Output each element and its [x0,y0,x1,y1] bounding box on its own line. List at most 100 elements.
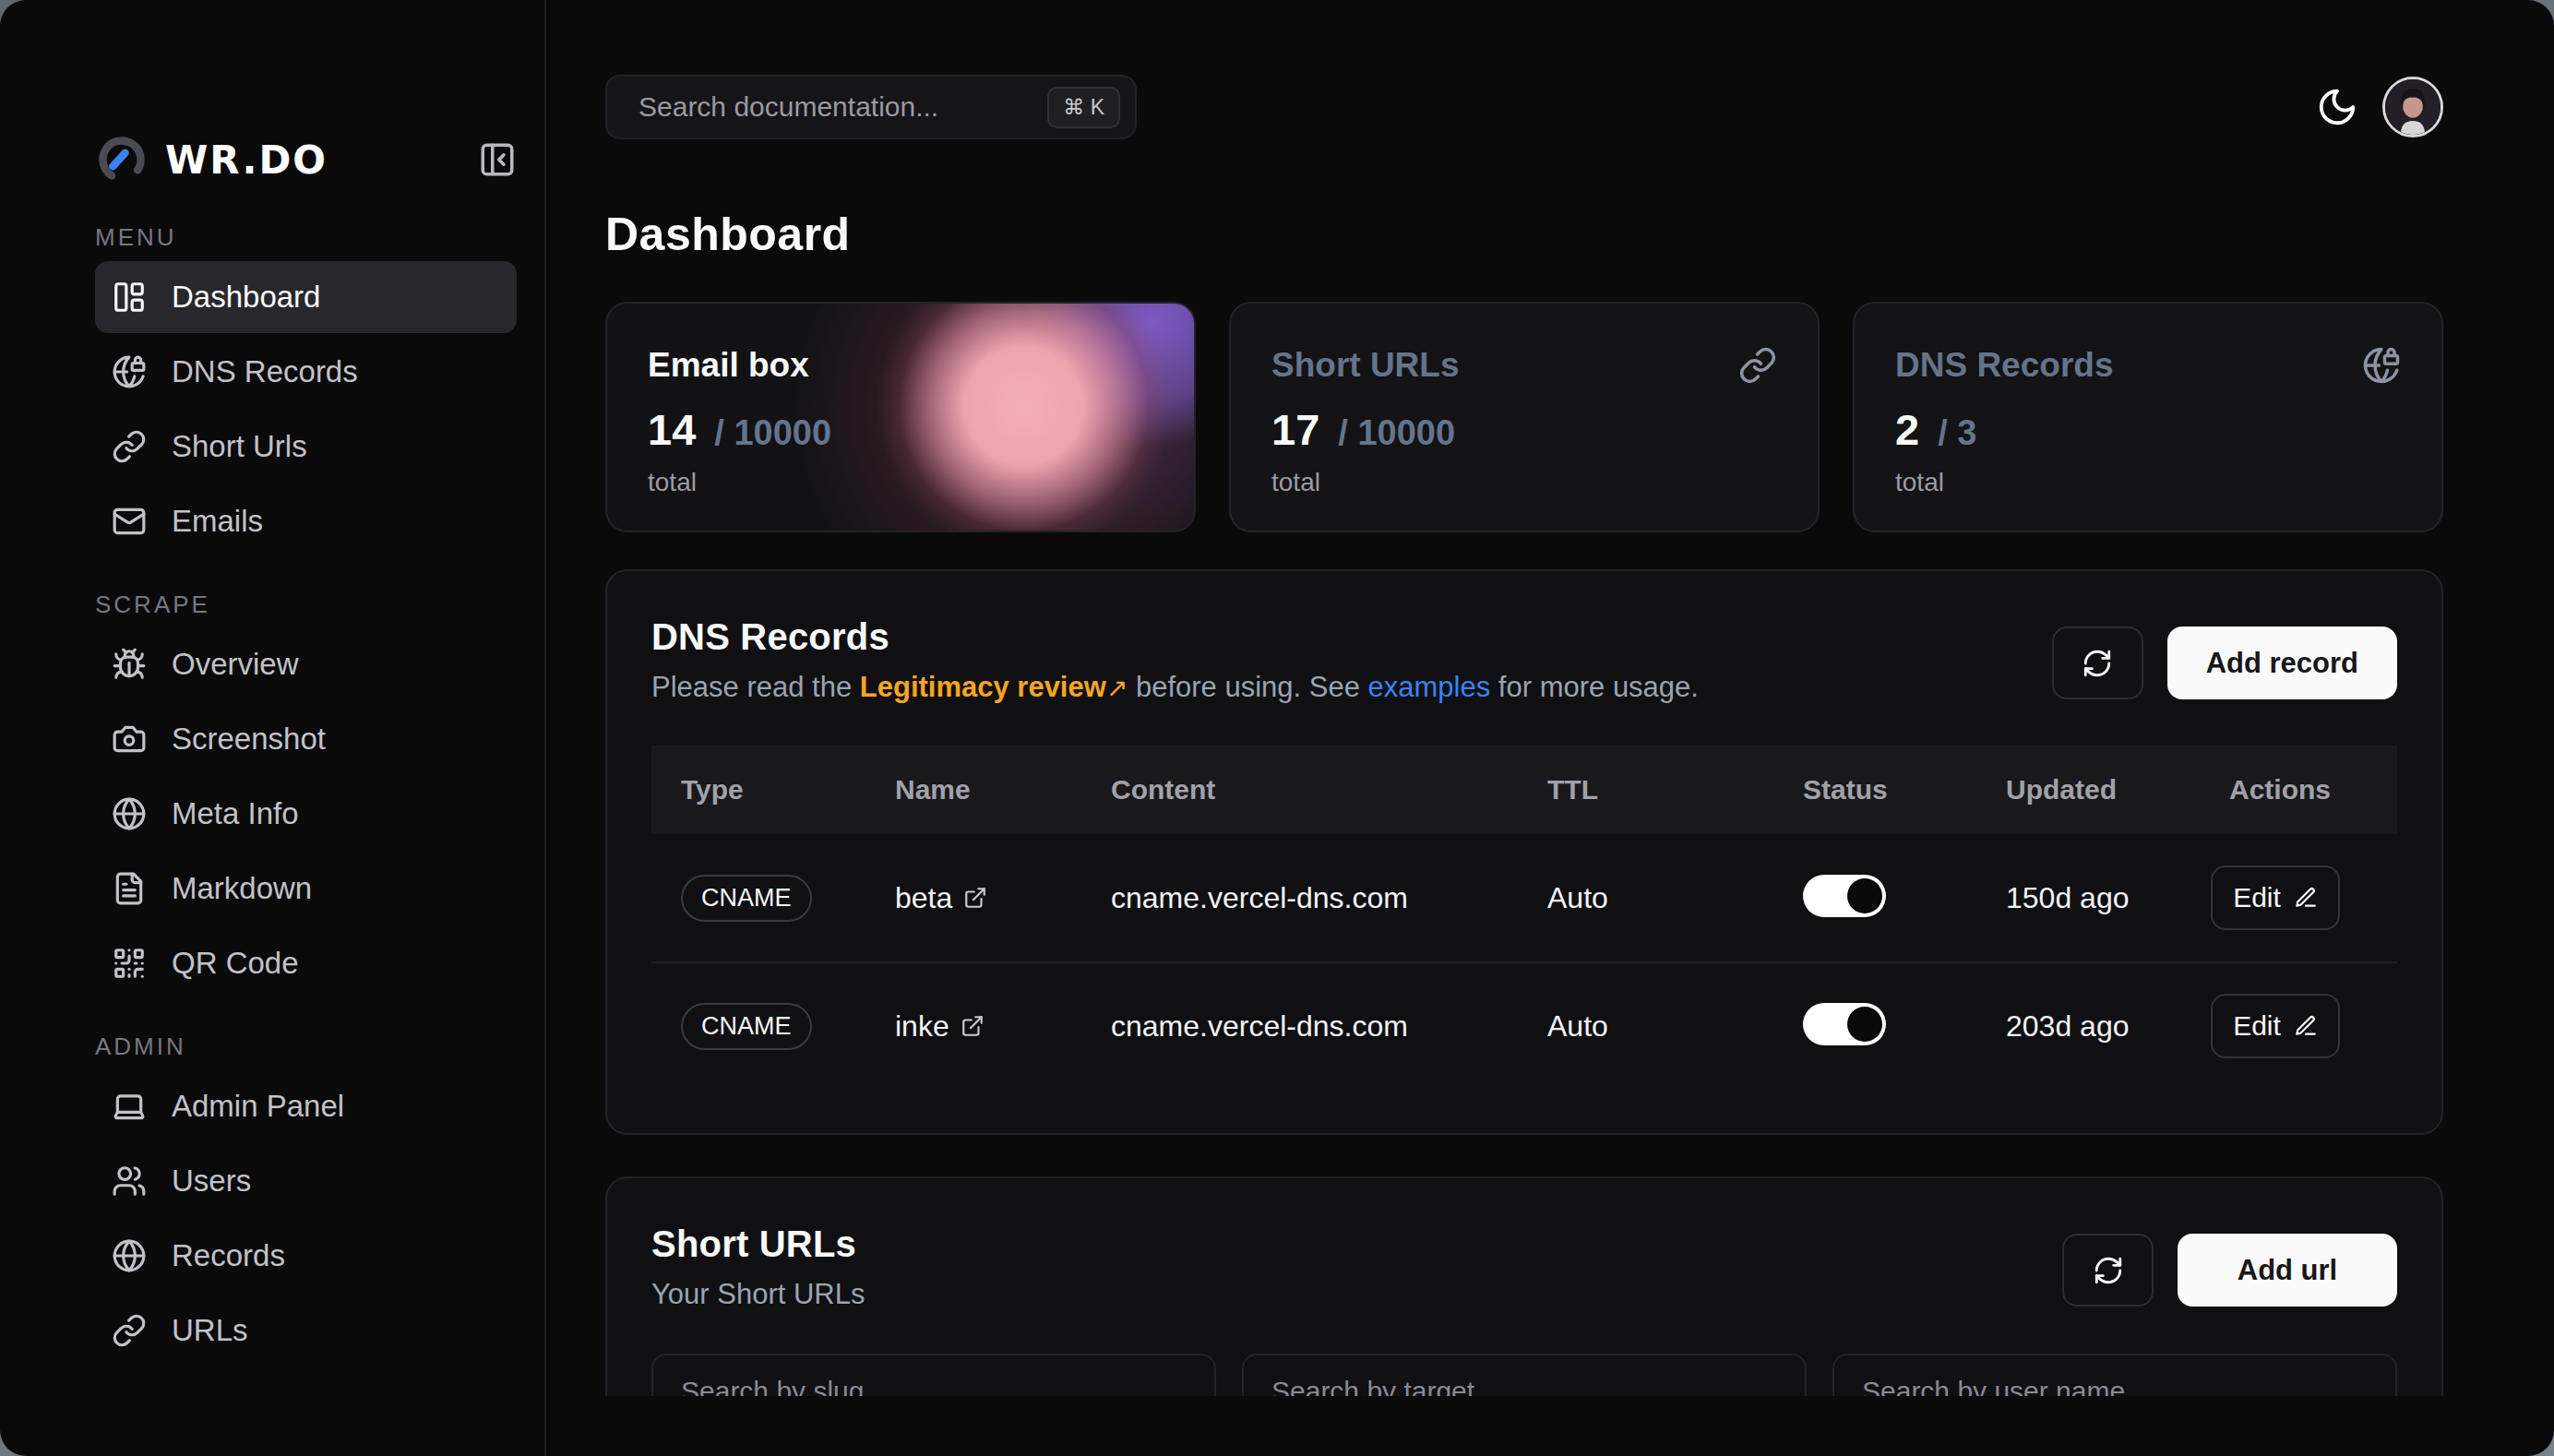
stat-value: 14 [648,407,696,453]
add-record-button[interactable]: Add record [2167,627,2397,699]
sidebar-item-emails[interactable]: Emails [95,485,517,557]
stat-title: DNS Records [1895,346,2113,385]
sidebar: WR.DO MENU Dashboard DNS Records Short U… [0,0,546,1456]
sidebar-item-short-urls[interactable]: Short Urls [95,411,517,483]
table-header: Type Name Content TTL Status Updated Act… [651,746,2397,834]
record-ttl: Auto [1518,881,1773,915]
stat-card-short-urls: Short URLs 17 / 10000 total [1229,302,1820,532]
stat-limit: / 3 [1938,413,1976,453]
refresh-icon [2093,1255,2124,1286]
external-link-icon[interactable] [961,1014,985,1038]
search-by-user-name-input[interactable] [1832,1354,2397,1396]
edit-button[interactable]: Edit [2211,994,2340,1058]
search-by-target-input[interactable] [1242,1354,1807,1396]
link-icon [1738,346,1777,385]
search-by-slug-input[interactable] [651,1354,1216,1396]
stat-card-email-box: Email box 14 / 10000 total [605,302,1196,532]
stat-limit: / 10000 [1338,413,1455,453]
record-ttl: Auto [1518,1009,1773,1044]
main-content: Search documentation... ⌘ K Dashboard [546,0,2554,1396]
pen-icon [2294,1014,2318,1038]
camera-icon [112,722,147,757]
add-url-button[interactable]: Add url [2178,1234,2397,1307]
stat-caption: total [648,468,1153,497]
short-urls-card: Short URLs Your Short URLs Add url [605,1176,2443,1396]
section-label: ADMIN [95,1032,544,1061]
sidebar-item-admin-panel[interactable]: Admin Panel [95,1070,517,1142]
external-link-icon[interactable] [963,886,987,910]
record-content: cname.vercel-dns.com [1081,881,1518,915]
stat-value: 2 [1895,407,1919,453]
record-type-badge: CNAME [681,875,812,922]
globe-lock-icon [2362,346,2401,385]
dns-records-table: Type Name Content TTL Status Updated Act… [651,746,2397,1089]
nav-section-admin: ADMIN Admin Panel Users Records URLs [95,1032,544,1366]
link-icon [112,429,147,464]
nav-section-scrape: SCRAPE Overview Screenshot Meta Info Mar… [95,591,544,999]
dns-section-title: DNS Records [651,615,1699,658]
stat-cards: Email box 14 / 10000 total Short URLs 17… [605,302,2443,532]
sidebar-item-urls[interactable]: URLs [95,1295,517,1366]
topbar: Search documentation... ⌘ K [605,75,2443,139]
globe-lock-icon [112,354,147,389]
record-type-badge: CNAME [681,1003,812,1050]
topbar-right [2316,77,2443,137]
page-title: Dashboard [605,206,2443,263]
theme-toggle-moon-icon[interactable] [2316,86,2358,128]
sidebar-item-users[interactable]: Users [95,1145,517,1217]
sidebar-item-records[interactable]: Records [95,1220,517,1292]
record-updated: 203d ago [1976,1009,2200,1044]
dns-section-subtitle: Please read the Legitimacy review↗ befor… [651,671,1699,705]
globe-icon [112,796,147,831]
section-label: SCRAPE [95,591,544,619]
section-label: MENU [95,223,544,252]
sidebar-item-overview[interactable]: Overview [95,628,517,700]
examples-link[interactable]: examples [1368,671,1491,703]
legitimacy-review-link[interactable]: Legitimacy review [860,671,1106,703]
sidebar-item-meta-info[interactable]: Meta Info [95,778,517,850]
stat-limit: / 10000 [714,413,831,453]
nav-section-menu: MENU Dashboard DNS Records Short Urls Em… [95,223,544,557]
dns-records-card: DNS Records Please read the Legitimacy r… [605,569,2443,1135]
brand-name: WR.DO [165,137,328,183]
short-urls-subtitle: Your Short URLs [651,1278,865,1311]
search-shortcut-badge: ⌘ K [1047,87,1120,128]
sidebar-item-screenshot[interactable]: Screenshot [95,703,517,775]
logo-row: WR.DO [95,133,517,186]
link-icon [112,1313,147,1348]
sidebar-item-dns-records[interactable]: DNS Records [95,336,517,408]
laptop-icon [112,1089,147,1124]
record-name: beta [895,881,952,915]
refresh-icon [2082,648,2113,679]
avatar[interactable] [2382,77,2443,137]
table-row: CNAME beta cname.vercel-dns.com Auto 150… [651,834,2397,961]
stat-caption: total [1271,468,1777,497]
refresh-button[interactable] [2062,1234,2154,1307]
sidebar-item-dashboard[interactable]: Dashboard [95,261,517,333]
stat-card-dns-records: DNS Records 2 / 3 total [1853,302,2443,532]
users-icon [112,1164,147,1199]
status-toggle[interactable] [1803,875,1886,917]
sidebar-item-qr-code[interactable]: QR Code [95,927,517,999]
file-text-icon [112,871,147,906]
mail-icon [112,504,147,539]
qr-code-icon [112,946,147,981]
app-window: WR.DO MENU Dashboard DNS Records Short U… [0,0,2554,1456]
bug-icon [112,647,147,682]
brand-logo-icon [95,133,149,186]
search-placeholder: Search documentation... [638,91,1047,123]
stat-value: 17 [1271,407,1319,453]
sidebar-item-markdown[interactable]: Markdown [95,853,517,925]
status-toggle[interactable] [1803,1003,1886,1045]
pen-icon [2294,886,2318,910]
globe-icon [112,1238,147,1273]
external-arrow: ↗ [1106,674,1128,702]
table-row: CNAME inke cname.vercel-dns.com Auto 203… [651,961,2397,1089]
refresh-button[interactable] [2052,627,2143,699]
stat-title: Email box [648,346,809,385]
edit-button[interactable]: Edit [2211,865,2340,930]
sidebar-collapse-icon[interactable] [478,140,517,179]
short-urls-filters [651,1354,2397,1396]
search-input[interactable]: Search documentation... ⌘ K [605,75,1137,139]
dashboard-icon [112,280,147,315]
